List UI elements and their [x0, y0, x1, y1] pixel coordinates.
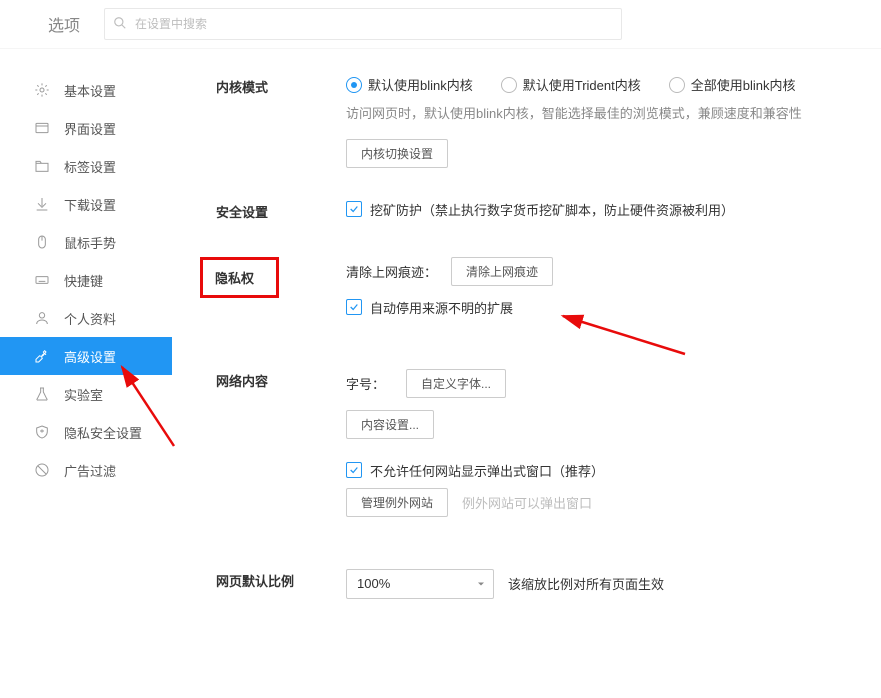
sidebar-item-label: 基本设置 — [64, 81, 116, 100]
content: 内核模式 默认使用blink内核 默认使用Trident内核 全部使用blink… — [172, 49, 881, 698]
chevron-down-icon — [475, 578, 487, 590]
radio-blink-default[interactable]: 默认使用blink内核 — [346, 75, 473, 94]
sidebar-item-privacy[interactable]: 隐私安全设置 — [0, 413, 172, 451]
zoom-value: 100% — [357, 576, 390, 591]
sidebar-item-label: 鼠标手势 — [64, 233, 116, 252]
shield-icon — [34, 424, 50, 440]
sidebar-item-mouse[interactable]: 鼠标手势 — [0, 223, 172, 261]
sidebar-item-label: 下载设置 — [64, 195, 116, 214]
popup-block-checkbox[interactable] — [346, 462, 362, 478]
sidebar-item-label: 界面设置 — [64, 119, 116, 138]
section-title-zoom: 网页默认比例 — [216, 569, 346, 611]
zoom-desc: 该缩放比例对所有页面生效 — [508, 574, 664, 593]
search-input[interactable] — [133, 16, 613, 32]
sidebar-item-ui[interactable]: 界面设置 — [0, 109, 172, 147]
sidebar-item-tabs[interactable]: 标签设置 — [0, 147, 172, 185]
sidebar-item-basic[interactable]: 基本设置 — [0, 71, 172, 109]
sidebar-item-label: 广告过滤 — [64, 461, 116, 480]
radio-dot-icon — [669, 77, 685, 93]
popup-block-label: 不允许任何网站显示弹出式窗口（推荐） — [370, 461, 604, 480]
window-icon — [34, 120, 50, 136]
section-title-privacy: 隐私权 — [215, 271, 254, 286]
sidebar: 基本设置 界面设置 标签设置 下载设置 鼠标手势 快捷键 个人资料 高级设置 — [0, 49, 172, 698]
download-icon — [34, 196, 50, 212]
sidebar-item-label: 标签设置 — [64, 157, 116, 176]
section-security: 安全设置 挖矿防护（禁止执行数字货币挖矿脚本，防止硬件资源被利用） — [216, 200, 845, 225]
manage-exception-button[interactable]: 管理例外网站 — [346, 488, 448, 517]
sidebar-item-label: 实验室 — [64, 385, 103, 404]
radio-dot-icon — [346, 77, 362, 93]
block-icon — [34, 462, 50, 478]
mining-protection-label: 挖矿防护（禁止执行数字货币挖矿脚本，防止硬件资源被利用） — [370, 200, 734, 219]
search-icon — [113, 16, 133, 33]
sidebar-item-shortcut[interactable]: 快捷键 — [0, 261, 172, 299]
manage-exception-hint: 例外网站可以弹出窗口 — [462, 493, 592, 512]
section-title-security: 安全设置 — [216, 200, 346, 225]
gear-icon — [34, 82, 50, 98]
mining-protection-checkbox[interactable] — [346, 201, 362, 217]
kernel-switch-button[interactable]: 内核切换设置 — [346, 139, 448, 168]
sidebar-item-lab[interactable]: 实验室 — [0, 375, 172, 413]
clear-trace-button[interactable]: 清除上网痕迹 — [451, 257, 553, 286]
radio-blink-all[interactable]: 全部使用blink内核 — [669, 75, 796, 94]
sidebar-item-label: 高级设置 — [64, 347, 116, 366]
kernel-radio-group: 默认使用blink内核 默认使用Trident内核 全部使用blink内核 — [346, 75, 845, 94]
flask-icon — [34, 386, 50, 402]
sidebar-item-label: 快捷键 — [64, 271, 103, 290]
section-kernel: 内核模式 默认使用blink内核 默认使用Trident内核 全部使用blink… — [216, 75, 845, 168]
section-title-webcontent: 网络内容 — [216, 369, 346, 529]
main: 基本设置 界面设置 标签设置 下载设置 鼠标手势 快捷键 个人资料 高级设置 — [0, 49, 881, 698]
section-title-kernel: 内核模式 — [216, 75, 346, 168]
font-label: 字号： — [346, 374, 392, 393]
tabs-icon — [34, 158, 50, 174]
disable-unknown-ext-label: 自动停用来源不明的扩展 — [370, 298, 513, 317]
search-input-wrapper[interactable] — [104, 8, 622, 40]
section-privacy: 隐私权 清除上网痕迹： 清除上网痕迹 自动停用来源不明的扩展 — [216, 257, 845, 323]
disable-unknown-ext-checkbox[interactable] — [346, 299, 362, 315]
privacy-highlight: 隐私权 — [200, 257, 279, 298]
clear-trace-label: 清除上网痕迹： — [346, 262, 437, 281]
page-title: 选项 — [48, 12, 80, 36]
content-settings-button[interactable]: 内容设置... — [346, 410, 434, 439]
section-webcontent: 网络内容 字号： 自定义字体... 内容设置... 不允许任何网站显示弹出式窗口… — [216, 369, 845, 529]
section-zoom: 网页默认比例 100% 该缩放比例对所有页面生效 — [216, 569, 845, 611]
mouse-icon — [34, 234, 50, 250]
radio-trident-default[interactable]: 默认使用Trident内核 — [501, 75, 641, 94]
sidebar-item-download[interactable]: 下载设置 — [0, 185, 172, 223]
zoom-select[interactable]: 100% — [346, 569, 494, 599]
keyboard-icon — [34, 272, 50, 288]
custom-font-button[interactable]: 自定义字体... — [406, 369, 506, 398]
sidebar-item-profile[interactable]: 个人资料 — [0, 299, 172, 337]
sidebar-item-label: 隐私安全设置 — [64, 423, 142, 442]
wrench-icon — [34, 348, 50, 364]
sidebar-item-adblock[interactable]: 广告过滤 — [0, 451, 172, 489]
topbar: 选项 — [0, 0, 881, 49]
sidebar-item-label: 个人资料 — [64, 309, 116, 328]
sidebar-item-advanced[interactable]: 高级设置 — [0, 337, 172, 375]
user-icon — [34, 310, 50, 326]
radio-dot-icon — [501, 77, 517, 93]
kernel-desc: 访问网页时，默认使用blink内核，智能选择最佳的浏览模式，兼顾速度和兼容性 — [346, 104, 845, 125]
